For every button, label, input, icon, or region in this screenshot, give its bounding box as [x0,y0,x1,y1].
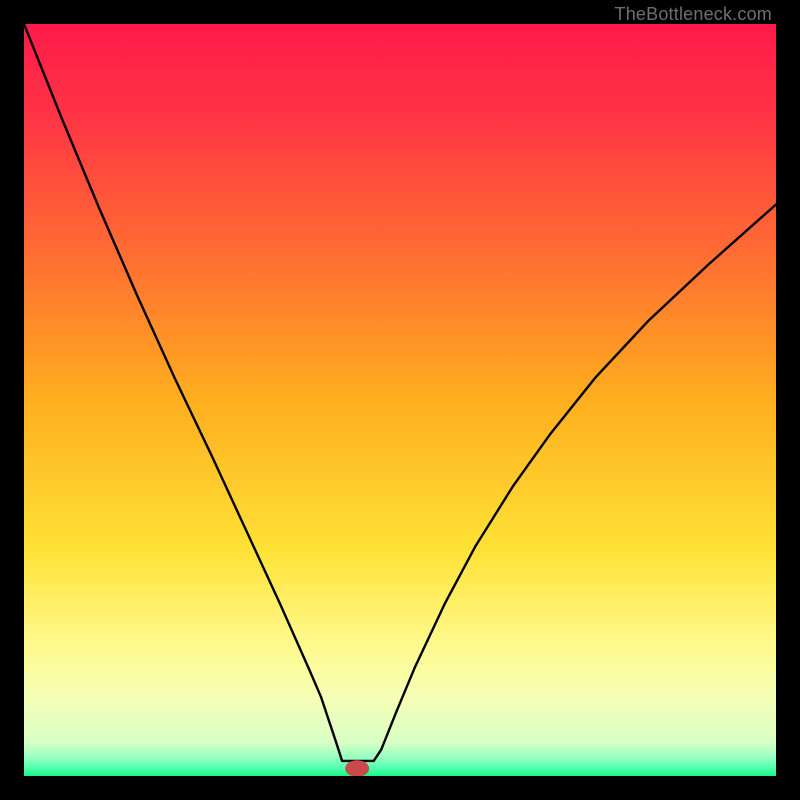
watermark-text: TheBottleneck.com [615,4,772,25]
plot-area [24,24,776,776]
chart-background [24,24,776,776]
optimum-marker [345,760,369,776]
chart-svg [24,24,776,776]
chart-frame: TheBottleneck.com [0,0,800,800]
